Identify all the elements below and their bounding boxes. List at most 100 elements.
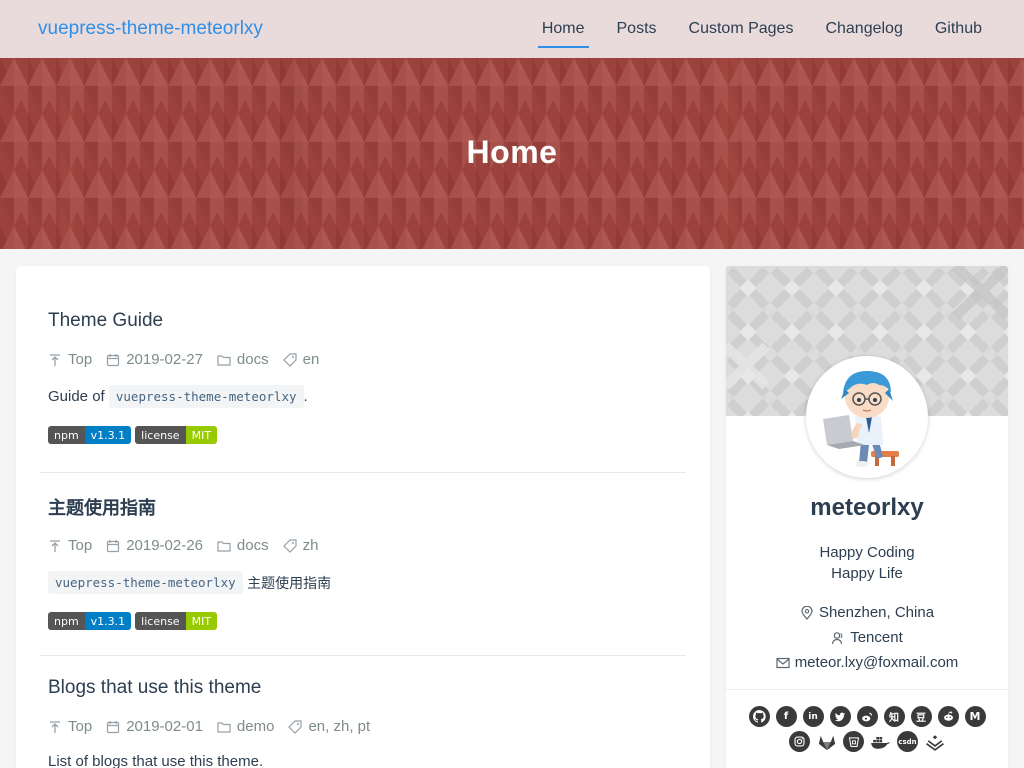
hero-banner: Home bbox=[0, 58, 1024, 249]
avatar-illustration bbox=[809, 359, 925, 475]
email-link[interactable]: meteor.lxy@foxmail.com bbox=[795, 654, 959, 671]
post-badges: npm v1.3.1 license MIT bbox=[48, 612, 678, 630]
douban-icon[interactable]: 豆 bbox=[910, 706, 932, 727]
post-title-link[interactable]: Theme Guide bbox=[48, 310, 678, 332]
post-meta: Top 2019-02-27 docs en bbox=[48, 351, 678, 368]
post-date: 2019-02-26 bbox=[126, 537, 203, 554]
folder-icon bbox=[217, 353, 231, 367]
excerpt-text: List of blogs that use this theme. bbox=[48, 753, 264, 768]
tag-link[interactable]: en bbox=[303, 351, 320, 368]
category-link[interactable]: docs bbox=[237, 351, 269, 368]
bitbucket-icon[interactable] bbox=[843, 731, 864, 752]
pin-top-icon bbox=[48, 720, 62, 734]
inline-code: vuepress-theme-meteorlxy bbox=[108, 385, 304, 408]
post-excerpt: Guide of vuepress-theme-meteorlxy . bbox=[48, 385, 678, 408]
badge-label: npm bbox=[48, 612, 85, 630]
profile-name: meteorlxy bbox=[810, 494, 924, 521]
github-icon[interactable] bbox=[748, 706, 770, 727]
reddit-icon[interactable] bbox=[937, 706, 959, 727]
excerpt-text: 主题使用指南 bbox=[242, 575, 332, 592]
divider bbox=[726, 689, 1008, 690]
category-meta: demo bbox=[217, 718, 275, 735]
page-title: Home bbox=[466, 134, 558, 170]
nav-link-home[interactable]: Home bbox=[537, 0, 589, 58]
inline-code: vuepress-theme-meteorlxy bbox=[48, 571, 243, 594]
profile-motto: Happy Coding Happy Life bbox=[726, 542, 1008, 584]
post-date: 2019-02-27 bbox=[126, 351, 203, 368]
profile-organization: Tencent bbox=[726, 625, 1008, 650]
location-text: Shenzhen, China bbox=[818, 604, 935, 621]
license-badge[interactable]: license MIT bbox=[135, 612, 218, 630]
folder-icon bbox=[217, 720, 231, 734]
post-item: 主题使用指南 Top 2019-02-26 docs zh vuepress-t… bbox=[40, 473, 686, 656]
nav-link-posts[interactable]: Posts bbox=[613, 0, 661, 58]
juejin-icon[interactable] bbox=[924, 731, 945, 752]
badge-value: v1.3.1 bbox=[84, 426, 132, 444]
pin-top-icon bbox=[48, 539, 62, 553]
excerpt-text: . bbox=[303, 388, 308, 405]
calendar-icon bbox=[106, 720, 120, 734]
organization-text: Tencent bbox=[850, 629, 903, 646]
nav-link-changelog[interactable]: Changelog bbox=[821, 0, 906, 58]
location-pin-icon bbox=[800, 605, 814, 620]
badge-label: npm bbox=[48, 426, 85, 444]
npm-version-badge[interactable]: npm v1.3.1 bbox=[48, 612, 132, 630]
date-meta: 2019-02-27 bbox=[106, 351, 203, 368]
docker-icon[interactable] bbox=[870, 731, 891, 752]
post-title-link[interactable]: 主题使用指南 bbox=[48, 494, 678, 520]
sticky-label: Top bbox=[68, 537, 93, 554]
sticky-label: Top bbox=[68, 718, 93, 735]
twitter-icon[interactable] bbox=[829, 706, 851, 727]
nav-links: Home Posts Custom Pages Changelog Github bbox=[514, 0, 986, 58]
pin-top-icon bbox=[48, 353, 62, 367]
post-date: 2019-02-01 bbox=[126, 718, 203, 735]
calendar-icon bbox=[106, 353, 120, 367]
avatar bbox=[806, 356, 928, 478]
category-link[interactable]: demo bbox=[237, 718, 275, 735]
navbar: vuepress-theme-meteorlxy Home Posts Cust… bbox=[0, 0, 1024, 58]
category-meta: docs bbox=[217, 351, 269, 368]
sticky-meta: Top bbox=[48, 537, 92, 554]
post-excerpt: List of blogs that use this theme. bbox=[48, 753, 678, 768]
post-title-link[interactable]: Blogs that use this theme bbox=[48, 677, 678, 699]
mail-icon bbox=[776, 656, 790, 670]
badge-label: license bbox=[135, 426, 186, 444]
linkedin-icon[interactable]: in bbox=[802, 706, 824, 727]
motto-line: Happy Coding bbox=[819, 544, 915, 561]
gitlab-icon[interactable] bbox=[816, 731, 837, 752]
badge-value: MIT bbox=[185, 612, 218, 630]
tags-meta: zh bbox=[282, 537, 319, 554]
badge-value: v1.3.1 bbox=[84, 612, 132, 630]
profile-info: Shenzhen, China Tencent meteor.lxy@foxma… bbox=[726, 600, 1008, 675]
weibo-icon[interactable] bbox=[856, 706, 878, 727]
sticky-meta: Top bbox=[48, 351, 92, 368]
tag-link[interactable]: en, zh, pt bbox=[308, 718, 370, 735]
tags-meta: en, zh, pt bbox=[288, 718, 370, 735]
post-item: Theme Guide Top 2019-02-27 docs en Guide… bbox=[40, 266, 686, 473]
site-brand-link[interactable]: vuepress-theme-meteorlxy bbox=[38, 18, 263, 40]
category-link[interactable]: docs bbox=[237, 537, 269, 554]
post-excerpt: vuepress-theme-meteorlxy 主题使用指南 bbox=[48, 571, 678, 594]
npm-version-badge[interactable]: npm v1.3.1 bbox=[48, 426, 132, 444]
profile-email: meteor.lxy@foxmail.com bbox=[726, 650, 1008, 675]
motto-line: Happy Life bbox=[831, 565, 903, 582]
medium-icon[interactable]: M bbox=[964, 706, 986, 727]
tag-link[interactable]: zh bbox=[303, 537, 319, 554]
nav-link-custom-pages[interactable]: Custom Pages bbox=[685, 0, 798, 58]
instagram-icon[interactable] bbox=[789, 731, 810, 752]
tag-icon bbox=[282, 352, 297, 367]
license-badge[interactable]: license MIT bbox=[135, 426, 218, 444]
badge-label: license bbox=[135, 612, 186, 630]
csdn-icon[interactable]: csdn bbox=[897, 731, 918, 752]
tag-icon bbox=[282, 538, 297, 553]
badge-value: MIT bbox=[185, 426, 218, 444]
post-meta: Top 2019-02-26 docs zh bbox=[48, 537, 678, 554]
nav-link-github[interactable]: Github bbox=[931, 0, 986, 58]
sticky-meta: Top bbox=[48, 718, 92, 735]
facebook-icon[interactable]: f bbox=[775, 706, 797, 727]
post-meta: Top 2019-02-01 demo en, zh, pt bbox=[48, 718, 678, 735]
date-meta: 2019-02-01 bbox=[106, 718, 203, 735]
post-badges: npm v1.3.1 license MIT bbox=[48, 426, 678, 444]
excerpt-text: Guide of bbox=[48, 388, 109, 405]
zhihu-icon[interactable]: 知 bbox=[883, 706, 905, 727]
